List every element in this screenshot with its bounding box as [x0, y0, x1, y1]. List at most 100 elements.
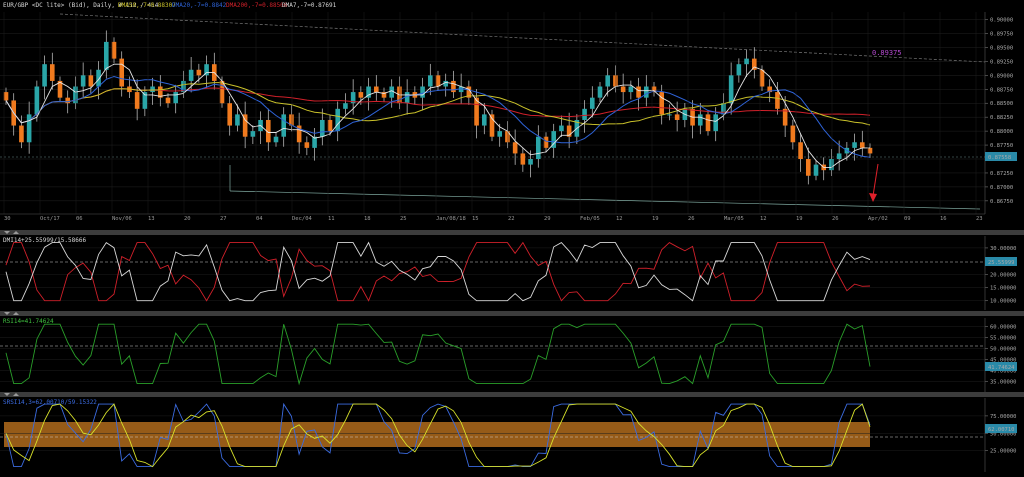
candle-body	[836, 153, 842, 160]
candle-body	[165, 97, 171, 104]
dmi-panel[interactable]: DMI14+25.55999/15.58666 30.0000020.00000…	[0, 230, 1024, 310]
candle-body	[65, 97, 71, 104]
candle-body	[674, 114, 680, 120]
candle-body	[227, 103, 233, 126]
x-tick-label: 22	[508, 216, 515, 222]
candle-body	[427, 75, 433, 87]
dmi-plus-line	[5, 241, 871, 302]
x-tick-label: 12	[616, 216, 623, 222]
resistance-trendline	[59, 13, 986, 63]
x-tick-label: 19	[652, 216, 659, 222]
down-arrow-icon	[869, 163, 879, 202]
srsi-panel-bar	[0, 392, 1024, 397]
candle-body	[373, 86, 379, 93]
srsi-panel[interactable]: SRSI14,3=62.00710/59.15322 75.0000050.00…	[0, 392, 1024, 472]
price-tick-label: 0.86750	[990, 199, 1013, 205]
x-tick-label: Oct/17	[40, 216, 60, 222]
rsi-panel-bar	[0, 311, 1024, 316]
candle-body	[643, 86, 649, 98]
candle-body	[281, 114, 287, 137]
candle-body	[481, 114, 487, 126]
srsi-overbought-zone	[4, 422, 870, 447]
candle-body	[404, 92, 410, 104]
candle-body	[659, 92, 665, 115]
candle-body	[42, 64, 47, 87]
dma7-label: DMA7,-7=0.87691	[282, 2, 337, 9]
candle-body	[597, 86, 603, 98]
x-tick-label: 09	[904, 216, 911, 222]
rsi-lines	[5, 323, 871, 386]
osc-tick-label: 75.00000	[990, 414, 1017, 420]
rsi-line	[5, 323, 871, 386]
x-tick-label: 26	[832, 216, 839, 222]
candle-body	[736, 64, 742, 76]
candle-body	[543, 136, 549, 148]
candle-body	[535, 136, 541, 160]
osc-tick-label: 15.00000	[990, 286, 1017, 292]
candle-body	[343, 103, 348, 109]
candle-body	[721, 103, 726, 115]
x-tick-label: Feb/05	[580, 216, 600, 222]
rsi-panel[interactable]: RSI14=41.74624 60.0000055.0000050.000004…	[0, 311, 1024, 392]
current-price-value: 0.87558	[988, 155, 1011, 161]
x-tick-label: Apr/02	[868, 216, 888, 222]
candle-body	[335, 108, 341, 132]
candle-body	[188, 69, 194, 81]
candle-body	[19, 125, 24, 143]
osc-tick-label: 55.00000	[990, 335, 1017, 341]
candle-body	[512, 142, 518, 154]
x-tick-label: 29	[544, 216, 551, 222]
price-tick-label: 0.88750	[990, 87, 1013, 93]
x-tick-label: 20	[184, 216, 191, 222]
candle-body	[589, 97, 595, 109]
candle-body	[859, 142, 865, 148]
x-tick-label: 12	[760, 216, 767, 222]
price-panel[interactable]: 0.90000 0.89750 0.89500 0.89250 0.89000 0.887…	[0, 12, 1017, 214]
x-tick-label: 11	[328, 216, 335, 222]
price-tick-label: 0.87250	[990, 171, 1013, 177]
x-tick-label: 27	[220, 216, 227, 222]
x-tick-label: 18	[364, 216, 371, 222]
candle-body	[867, 147, 873, 154]
candle-body	[744, 58, 749, 65]
candle-body	[582, 108, 587, 120]
candle-body	[628, 86, 634, 93]
candle-body	[605, 75, 611, 87]
x-tick-label: 26	[688, 216, 695, 222]
candle-body	[759, 69, 765, 87]
x-tick-label: 06	[76, 216, 83, 222]
price-tick-label: 0.89250	[990, 59, 1013, 65]
rsi-current-value: 41.74624	[988, 365, 1015, 371]
price-tick-label: 0.87000	[990, 185, 1013, 191]
x-tick-label: Dec/04	[292, 216, 313, 222]
candle-body	[775, 92, 780, 109]
srsi-current-value: 62.00710	[988, 427, 1015, 433]
candle-body	[273, 136, 279, 143]
osc-tick-label: 60.00000	[990, 324, 1017, 330]
osc-tick-label: 35.00000	[990, 379, 1017, 385]
candle-body	[829, 159, 834, 171]
candle-body	[520, 153, 526, 165]
candle-body	[3, 92, 9, 101]
candle-body	[173, 92, 179, 104]
osc-tick-label: 20.00000	[990, 272, 1017, 278]
x-tick-label: 13	[148, 216, 155, 222]
candle-body	[358, 92, 364, 98]
candle-body	[435, 75, 441, 87]
forex-chart[interactable]: EUR/GBP <DC lite> (Bid), Daily, # 112 / …	[0, 0, 1024, 477]
candle-body	[250, 131, 256, 137]
x-tick-label: 15	[472, 216, 479, 222]
candle-body	[34, 86, 40, 115]
candle-body	[420, 86, 425, 98]
trendline-value-label: 0.89375	[872, 49, 902, 57]
candle-body	[451, 80, 456, 93]
dma20-label: DMA20,-7=0.8842	[172, 2, 227, 9]
price-tick-label: 0.89000	[990, 73, 1013, 79]
price-tick-label: 0.90000	[990, 18, 1013, 24]
candle-body	[697, 114, 703, 126]
candle-body	[111, 41, 117, 59]
osc-tick-label: 10.00000	[990, 299, 1017, 305]
candle-body	[559, 125, 564, 132]
price-tick-label: 0.88000	[990, 129, 1013, 135]
dmi-panel-bar	[0, 230, 1024, 235]
